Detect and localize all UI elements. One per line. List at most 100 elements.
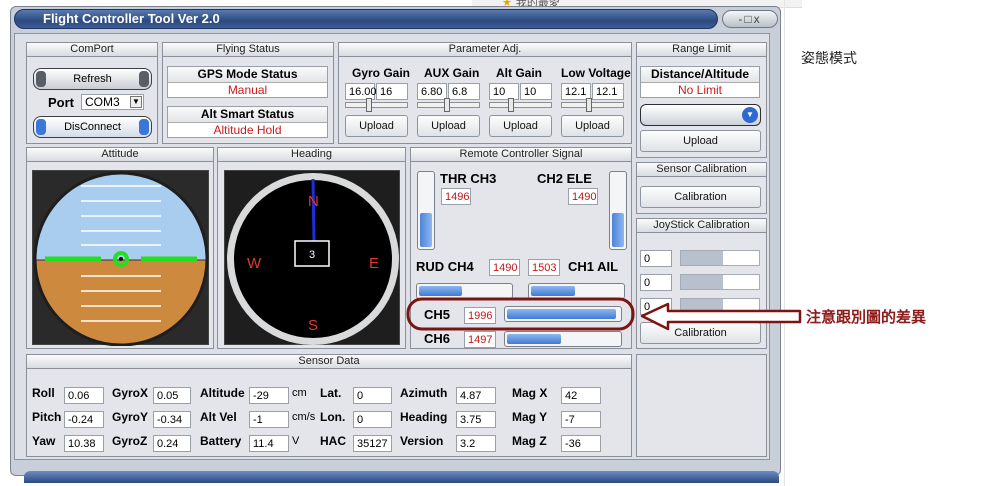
disconnect-button[interactable]: DisConnect [33,116,152,138]
altitude-value: -29 [249,387,289,404]
lat-value: 0 [353,387,392,404]
ele-bar [609,171,627,250]
roll-label: Roll [32,386,55,400]
gyroz-label: GyroZ [112,434,148,448]
magy-label: Mag Y [512,410,548,424]
window-control-buttons[interactable]: -□x [722,10,778,28]
joystick-calibration-button[interactable]: Calibration [640,322,761,344]
gyrox-value: 0.05 [153,387,191,404]
aux-gain-value: 6.80 [417,83,447,100]
gyroy-value: -0.34 [153,411,191,428]
ch6-value: 1497 [464,331,496,348]
joystick-value-3: 0 [640,298,672,315]
low-voltage-upload-button[interactable]: Upload [561,115,624,137]
altvel-value: -1 [249,411,289,428]
altvel-label: Alt Vel [200,410,237,424]
magz-label: Mag Z [512,434,547,448]
title-bar[interactable]: Flight Controller Tool Ver 2.0 [14,9,718,29]
compass-south-label: S [308,317,319,334]
range-limit-select[interactable]: ▼ [640,104,761,126]
aux-gain-label: AUX Gain [424,66,480,80]
joystick-value-1: 0 [640,250,672,267]
alt-gain-slider[interactable] [489,98,552,112]
version-label: Version [400,434,444,448]
magy-value: -7 [561,411,601,428]
attitude-svg [33,171,209,347]
slider-thumb[interactable] [586,98,592,112]
lon-label: Lon. [320,410,346,424]
heading-value: 3.75 [456,411,496,428]
aux-gain-slider[interactable] [417,98,480,112]
slider-thumb[interactable] [508,98,514,112]
low-voltage-input[interactable]: 12.1 [592,83,624,100]
button-cap-icon [36,119,46,135]
battery-unit: V [292,435,300,447]
joystick-bar-2 [680,274,760,290]
taskbar-strip [24,471,779,483]
port-select[interactable]: COM3 ▼ [81,94,144,110]
alt-smart-title: Alt Smart Status [168,107,327,123]
sensor-calibration-header: Sensor Calibration [636,162,767,177]
joystick-bar-3 [680,298,760,314]
aux-upload-button[interactable]: Upload [417,115,480,137]
attitude-indicator [32,170,209,347]
ail-label: CH1 AIL [568,259,619,274]
sensor-calibration-button[interactable]: Calibration [640,186,761,208]
button-cap-icon [36,71,46,87]
pitch-label: Pitch [32,410,62,424]
yaw-label: Yaw [32,434,56,448]
distance-altitude-status: Distance/Altitude No Limit [640,66,760,98]
button-cap-icon [139,119,149,135]
low-voltage-slider[interactable] [561,98,624,112]
slider-thumb[interactable] [366,98,372,112]
altitude-label: Altitude [200,386,245,400]
ch6-fill [507,334,561,344]
distance-altitude-title: Distance/Altitude [641,67,759,83]
gyro-gain-input[interactable]: 16 [376,83,408,100]
aux-gain-input[interactable]: 6.8 [448,83,480,100]
hac-value: 35127 [353,435,392,452]
alt-gain-label: Alt Gain [496,66,543,80]
sensor-data-header: Sensor Data [26,354,632,369]
ch6-bar [504,331,622,347]
ch5-value: 1996 [464,307,496,324]
alt-smart-value: Altitude Hold [213,123,282,137]
refresh-button[interactable]: Refresh [33,68,152,90]
slider-thumb[interactable] [444,98,450,112]
thr-label: THR CH3 [440,171,497,186]
alt-smart-status: Alt Smart Status Altitude Hold [167,106,328,138]
thr-bar [417,171,435,250]
button-cap-icon [139,71,149,87]
dropdown-chevron-icon[interactable]: ▼ [742,107,758,123]
chevron-down-icon: ▼ [130,96,142,108]
lat-label: Lat. [320,386,342,400]
lon-value: 0 [353,411,392,428]
joystick-bar-fill [681,251,723,265]
rud-fill [419,286,462,296]
gyro-upload-button[interactable]: Upload [345,115,408,137]
gps-mode-status: GPS Mode Status Manual [167,66,328,98]
rud-bar [416,283,513,299]
ail-fill [531,286,575,296]
range-upload-button[interactable]: Upload [640,130,761,152]
attitude-mode-text: 姿態模式 [801,51,857,67]
joystick-bar-fill [681,275,723,289]
magz-value: -36 [561,435,601,452]
compass-indicator: N E S W 3 [224,170,400,345]
thr-value: 1496 [441,188,471,205]
heading-label: Heading [400,410,448,424]
heading-header: Heading [217,147,406,162]
compass-north-label: N [308,193,319,210]
rud-label: RUD CH4 [416,259,474,274]
rc-signal-header: Remote Controller Signal [410,147,632,162]
hac-label: HAC [320,434,346,448]
gyro-gain-slider[interactable] [345,98,408,112]
range-limit-header: Range Limit [636,42,767,57]
gps-mode-value: Manual [227,83,268,97]
roll-value: 0.06 [64,387,104,404]
rud-value: 1490 [489,259,520,276]
disconnect-label: DisConnect [64,121,121,133]
alt-gain-input[interactable]: 10 [520,83,552,100]
alt-upload-button[interactable]: Upload [489,115,552,137]
joystick-bar-1 [680,250,760,266]
